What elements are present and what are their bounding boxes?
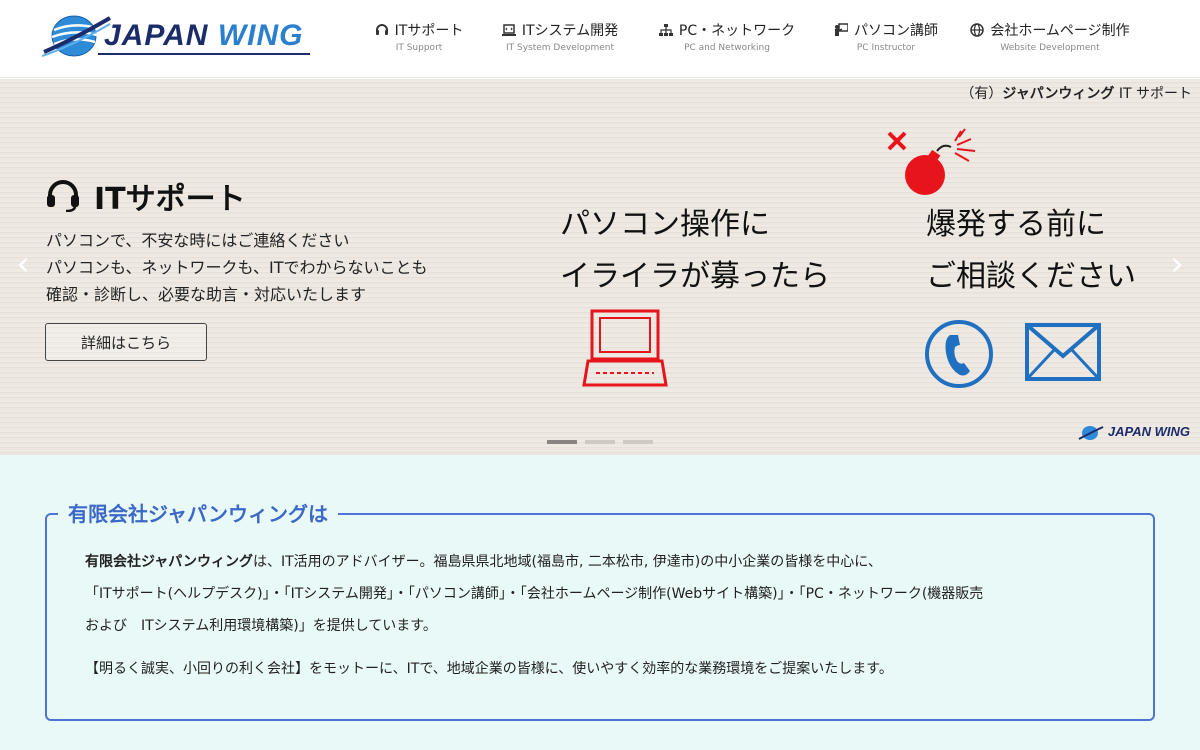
slide-dot[interactable] [623, 440, 653, 444]
slide-indicators [547, 440, 653, 444]
hero-copy-left: パソコン操作に イライラが募ったら [560, 199, 830, 303]
headset-icon [375, 24, 388, 35]
nav-label: PC・ネットワーク [678, 23, 796, 39]
nav-pc-network[interactable]: PC・ネットワーク PC and Networking [642, 20, 812, 60]
nav-sub: IT Support [395, 43, 443, 53]
mail-icon [1025, 323, 1101, 381]
next-slide-arrow[interactable]: › [1166, 247, 1188, 281]
hero-watermark-logo: JAPAN WING [1078, 424, 1190, 441]
details-button[interactable]: 詳細はこちら [45, 323, 207, 361]
hero-copy-line: 爆発する前に [926, 207, 1106, 242]
watermark-text: JAPAN WING [1107, 424, 1190, 439]
logo-wordmark: JAPAN WING [104, 19, 304, 52]
hero-description: パソコンで、不安な時にはご連絡ください パソコンも、ネットワークも、ITでわから… [46, 227, 428, 308]
nav-sub: IT System Development [505, 43, 615, 53]
site-header: JAPAN WING ITサポート IT Support ITシステム開発 IT… [0, 0, 1200, 78]
nav-label: ITシステム開発 [521, 23, 619, 39]
globe-icon [970, 23, 985, 37]
hero-title-text: ITサポート [94, 182, 246, 217]
nav-it-system-dev[interactable]: ITシステム開発 IT System Development [478, 20, 642, 60]
about-line-text: は、IT活用のアドバイザー。福島県県北地域(福島市, 二本松市, 伊達市)の中小… [253, 554, 882, 570]
bomb-icon [887, 128, 976, 195]
about-text: 有限会社ジャパンウィングは、IT活用のアドバイザー。福島県県北地域(福島市, 二… [85, 546, 983, 642]
main-nav: ITサポート IT Support ITシステム開発 IT System Dev… [360, 20, 1140, 60]
hero-company-name: （有）ジャパンウィング IT サポート [960, 86, 1192, 102]
slide-dot[interactable] [585, 440, 615, 444]
site-logo[interactable]: JAPAN WING [42, 12, 312, 64]
nav-sub: Website Development [1000, 43, 1100, 53]
network-icon [658, 24, 673, 36]
about-line: および ITシステム利用環境構築)」を提供しています。 [85, 618, 437, 634]
nav-label: 会社ホームページ制作 [990, 23, 1130, 39]
nav-sub: PC and Networking [684, 43, 770, 53]
hero-copy-line: ご相談ください [926, 259, 1136, 294]
phone-icon [925, 320, 993, 388]
prev-slide-arrow[interactable]: ‹ [12, 247, 34, 281]
hero-title: ITサポート [46, 174, 246, 218]
nav-it-support[interactable]: ITサポート IT Support [360, 20, 478, 60]
about-motto: 【明るく誠実、小回りの利く会社】をモットーに、ITで、地域企業の皆様に、使いやす… [85, 661, 893, 677]
nav-sub: PC Instructor [856, 43, 916, 53]
about-company-name: 有限会社ジャパンウィング [85, 554, 253, 570]
hero-desc-line: パソコンで、不安な時にはご連絡ください [46, 231, 350, 250]
globe-swoosh-icon [1078, 425, 1104, 440]
logo-underline [98, 53, 310, 55]
computer-icon [582, 309, 668, 387]
slide-dot-active[interactable] [547, 440, 577, 444]
about-title: 有限会社ジャパンウィングは [58, 498, 338, 527]
hero-copy-line: パソコン操作に [560, 207, 770, 242]
about-line: 「ITサポート(ヘルプデスク)」・「ITシステム開発」・「パソコン講師」・「会社… [85, 586, 984, 602]
hero-copy-line: イライラが募ったら [560, 259, 830, 294]
nav-label: パソコン講師 [854, 23, 938, 39]
laptop-code-icon [501, 24, 516, 36]
hero-slider: （有）ジャパンウィング IT サポート ITサポート パソコンで、不安な時にはご… [0, 79, 1200, 455]
about-line: 有限会社ジャパンウィングは、IT活用のアドバイザー。福島県県北地域(福島市, 二… [85, 546, 983, 578]
globe-swoosh-icon [42, 15, 112, 57]
instructor-icon [835, 23, 848, 36]
nav-pc-instructor[interactable]: パソコン講師 PC Instructor [812, 20, 960, 60]
nav-label: ITサポート [394, 23, 464, 39]
hero-desc-line: パソコンも、ネットワークも、ITでわからないことも [46, 258, 428, 277]
hero-copy-right: 爆発する前に ご相談ください [926, 199, 1136, 303]
nav-website-dev[interactable]: 会社ホームページ制作 Website Development [960, 20, 1140, 60]
hero-desc-line: 確認・診断し、必要な助言・対応いたします [46, 285, 367, 304]
headset-icon [47, 180, 79, 212]
